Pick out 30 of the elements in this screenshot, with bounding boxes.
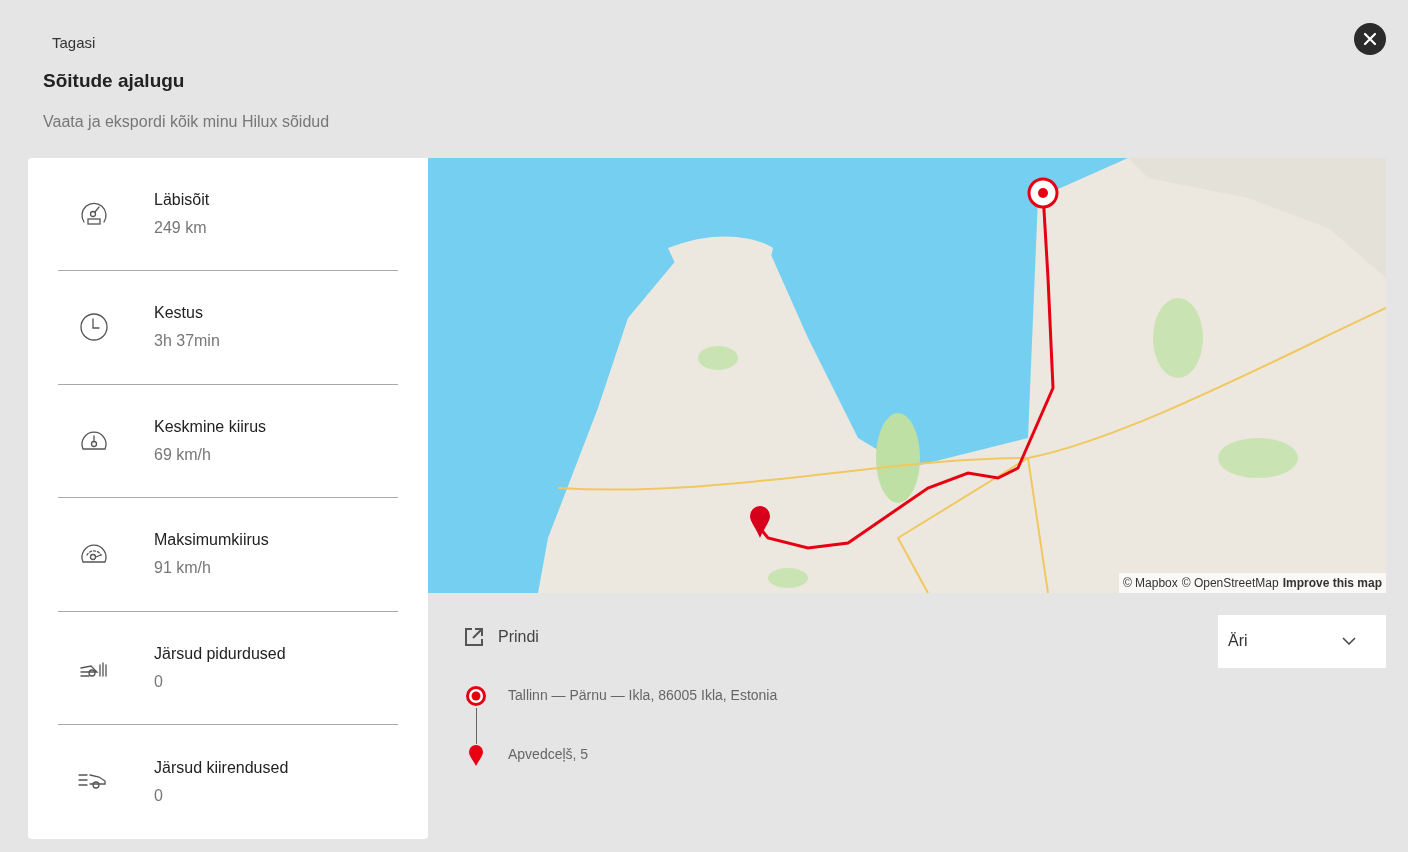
back-link[interactable]: Tagasi: [52, 34, 96, 51]
stat-value: 3h 37min: [154, 331, 220, 352]
print-button[interactable]: Prindi: [464, 624, 539, 649]
close-icon: [1363, 32, 1377, 46]
stat-label: Keskmine kiirus: [154, 416, 267, 437]
car-accelerating-icon: [78, 774, 106, 790]
waypoint-address: Apvedceļš, 5: [508, 745, 589, 764]
clock-icon: [78, 311, 110, 344]
page-subtitle: Vaata ja ekspordi kõik minu Hilux sõidud: [43, 111, 331, 132]
chevron-down-icon: [1342, 637, 1356, 645]
stat-label: Järsud pidurdused: [154, 643, 286, 664]
stat-label: Järsud kiirendused: [154, 757, 289, 778]
attribution-link[interactable]: Improve this map: [1282, 573, 1382, 592]
stat-value: 91 km/h: [154, 558, 212, 579]
stat-label: Kestus: [154, 303, 204, 324]
trip-type-dropdown[interactable]: Äri: [1218, 614, 1386, 668]
stat-value: 0: [154, 671, 164, 692]
stat-label: Läbisõit: [154, 189, 210, 210]
stat-value: 249 km: [154, 217, 208, 238]
attribution-link[interactable]: © Mapbox: [1122, 573, 1178, 592]
page-title: Sõitude ajalugu: [43, 69, 186, 93]
attribution-link[interactable]: © OpenStreetMap: [1181, 573, 1279, 592]
stat-value: 69 km/h: [154, 444, 212, 465]
start-marker-icon: [464, 683, 488, 708]
stat-label: Maksimumkiirus: [154, 530, 269, 551]
location-pin-icon: [468, 743, 484, 766]
external-link-icon: [464, 626, 484, 647]
waypoint-address: Tallinn — Pärnu — Ikla, 86005 Ikla, Estonia: [508, 686, 778, 705]
close-button[interactable]: [1354, 23, 1386, 55]
stat-value: 0: [154, 785, 164, 806]
